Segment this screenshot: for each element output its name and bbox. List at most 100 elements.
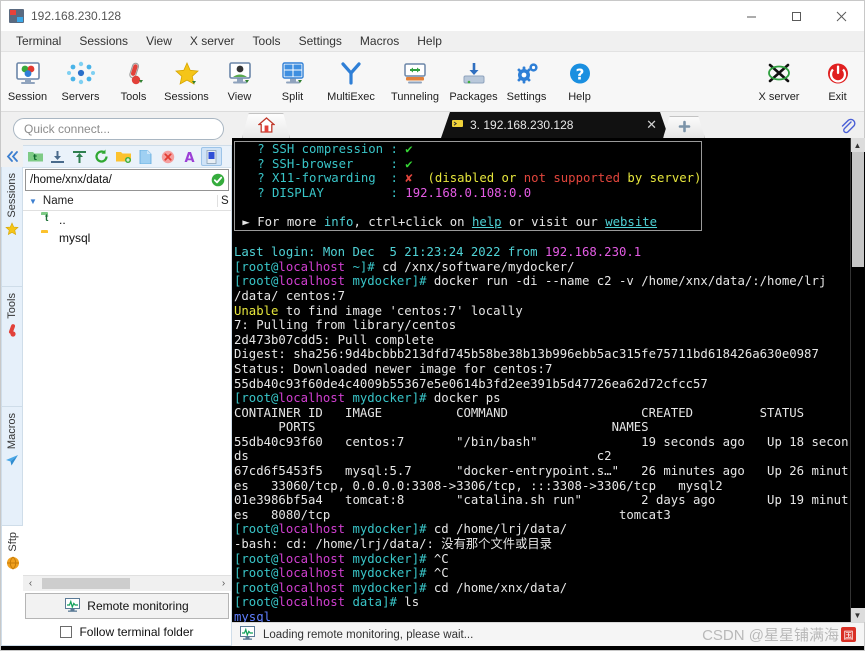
close-button[interactable] — [819, 1, 864, 31]
terminal-scrollbar[interactable]: ▲ ▼ — [850, 138, 865, 622]
maximize-button[interactable] — [774, 1, 819, 31]
scroll-up-icon[interactable]: ▲ — [850, 138, 865, 152]
toolbar-multiexec-button[interactable]: MultiExec — [319, 55, 383, 103]
follow-terminal-folder-row[interactable]: Follow terminal folder — [23, 619, 231, 645]
tab-strip-right — [705, 118, 864, 138]
wrench-icon — [5, 322, 20, 337]
toolbar-help-button[interactable]: ? Help — [553, 55, 606, 103]
main-body: Quick connect... Sessions Tools Macros S… — [1, 112, 865, 646]
split-icon — [276, 59, 310, 89]
new-folder-icon[interactable] — [113, 147, 134, 166]
terminal-pull-line-2: Digest: sha256:9d4bcbbb213dfd745b58be38b… — [234, 347, 819, 362]
follow-terminal-folder-checkbox[interactable] — [60, 626, 73, 638]
toolbar-view-button[interactable]: View — [213, 55, 266, 103]
toolbar-exit-button[interactable]: Exit — [811, 55, 864, 103]
exit-power-icon — [821, 59, 855, 89]
menu-x-server[interactable]: X server — [181, 31, 244, 51]
scroll-left-icon[interactable]: ‹ — [23, 576, 38, 591]
window-title: 192.168.230.128 — [31, 9, 122, 23]
list-item[interactable]: mysql — [23, 229, 231, 247]
tab-strip: 3. 192.168.230.128 ✕ — [232, 112, 864, 138]
prompt-host: localhost — [278, 391, 346, 406]
toolbar-session-label: Session — [7, 91, 48, 103]
paperclip-icon[interactable] — [839, 118, 856, 138]
new-tab-button[interactable] — [663, 116, 705, 138]
sftp-toolbar: t A — [23, 146, 231, 168]
parent-directory-icon[interactable]: t — [25, 147, 46, 166]
watermark-badge: 国 — [841, 627, 856, 642]
sidebar-item-sftp[interactable]: Sftp — [1, 526, 23, 646]
toolbar-settings-button[interactable]: Settings — [500, 55, 553, 103]
scroll-down-icon[interactable]: ▼ — [850, 608, 865, 622]
prompt-cwd: mydocker]# — [345, 551, 427, 566]
multiexec-icon — [334, 59, 368, 89]
window-controls — [729, 1, 864, 31]
properties-icon[interactable] — [201, 147, 222, 166]
refresh-icon[interactable] — [91, 147, 112, 166]
sidebar-item-tools[interactable]: Tools — [1, 286, 23, 407]
list-item[interactable]: .. — [23, 211, 231, 229]
terminal-command-ls: ls — [396, 595, 420, 610]
watermark-text: CSDN @星星铺满海 — [702, 627, 839, 644]
folder-icon — [41, 232, 57, 245]
sidebar-item-sessions[interactable]: Sessions — [1, 167, 23, 287]
scroll-right-icon[interactable]: › — [216, 576, 231, 591]
toolbar-packages-button[interactable]: Packages — [447, 55, 500, 103]
prompt-open: [root@ — [234, 274, 279, 289]
terminal-pull-line-3: Status: Downloaded newer image for cento… — [234, 361, 553, 376]
title-bar: 192.168.230.128 — [1, 1, 864, 31]
terminal-command-cd-software: cd /xnx/software/mydocker/ — [374, 259, 575, 274]
scrollbar-track[interactable] — [38, 577, 216, 590]
minimize-button[interactable] — [729, 1, 774, 31]
toolbar-servers-button[interactable]: Servers — [54, 55, 107, 103]
prompt-open: [root@ — [234, 566, 279, 581]
column-header-name-cell[interactable]: ▼ Name — [23, 195, 217, 207]
terminal-command-cd-fail: cd /home/lrj/data/ — [426, 522, 568, 537]
sftp-horizontal-scrollbar[interactable]: ‹ › — [23, 575, 231, 591]
close-icon[interactable]: ✕ — [640, 117, 663, 133]
menu-help[interactable]: Help — [408, 31, 451, 51]
terminal-output[interactable]: ? SSH compression : ✔ ? SSH-browser : ✔ … — [232, 138, 850, 622]
new-file-icon[interactable] — [135, 147, 156, 166]
menu-tools[interactable]: Tools — [244, 31, 290, 51]
view-icon — [223, 59, 257, 89]
sidebar-item-macros[interactable]: Macros — [1, 406, 23, 527]
tab-active-session[interactable]: 3. 192.168.230.128 ✕ — [441, 112, 669, 138]
terminal-command-docker-ps: docker ps — [426, 391, 501, 406]
terminal-scrollbar-track[interactable] — [850, 152, 865, 608]
sidebar-item-sftp-label: Sftp — [6, 532, 19, 552]
prompt-cwd: mydocker]# — [345, 566, 427, 581]
collapse-sidebar-button[interactable] — [1, 145, 23, 167]
toolbar-servers-label: Servers — [61, 91, 100, 103]
status-text: Loading remote monitoring, please wait..… — [263, 628, 474, 641]
sftp-path-input[interactable]: /home/xnx/data/ — [26, 174, 208, 186]
toolbar-xserver-button[interactable]: X server — [747, 55, 811, 103]
docker-ps-row-2-line-1: 01e3986bf5a4 tomcat:8 "catalina.sh run" … — [234, 493, 849, 508]
toolbar-sessions-button[interactable]: Sessions — [160, 55, 213, 103]
menu-sessions[interactable]: Sessions — [70, 31, 137, 51]
svg-text:?: ? — [575, 66, 584, 84]
toolbar-tools-button[interactable]: Tools — [107, 55, 160, 103]
menu-view[interactable]: View — [137, 31, 181, 51]
remote-monitoring-button[interactable]: Remote monitoring — [25, 593, 229, 619]
docker-ps-row-1-line-2: es 33060/tcp, 0.0.0.0:3308->3306/tcp, ::… — [234, 478, 723, 493]
download-icon[interactable] — [47, 147, 68, 166]
menu-settings[interactable]: Settings — [290, 31, 351, 51]
tab-home[interactable] — [242, 113, 290, 138]
delete-icon[interactable] — [157, 147, 178, 166]
quick-connect-input[interactable]: Quick connect... — [13, 118, 224, 140]
scrollbar-thumb[interactable] — [42, 578, 130, 589]
sftp-path-row[interactable]: /home/xnx/data/ — [25, 169, 229, 191]
column-header-size[interactable]: S — [217, 195, 231, 207]
menu-macros[interactable]: Macros — [351, 31, 408, 51]
terminal-last-login: Last login: Mon Dec 5 21:23:24 2022 from — [234, 245, 545, 260]
toolbar-session-button[interactable]: Session — [1, 55, 54, 103]
terminal-scrollbar-thumb[interactable] — [851, 152, 864, 267]
toolbar-tunneling-button[interactable]: Tunneling — [383, 55, 447, 103]
text-mode-icon[interactable]: A — [179, 147, 200, 166]
window-bottom-edge — [1, 646, 864, 650]
upload-icon[interactable] — [69, 147, 90, 166]
toolbar-split-button[interactable]: Split — [266, 55, 319, 103]
svg-text:A: A — [184, 151, 194, 164]
menu-terminal[interactable]: Terminal — [7, 31, 70, 51]
